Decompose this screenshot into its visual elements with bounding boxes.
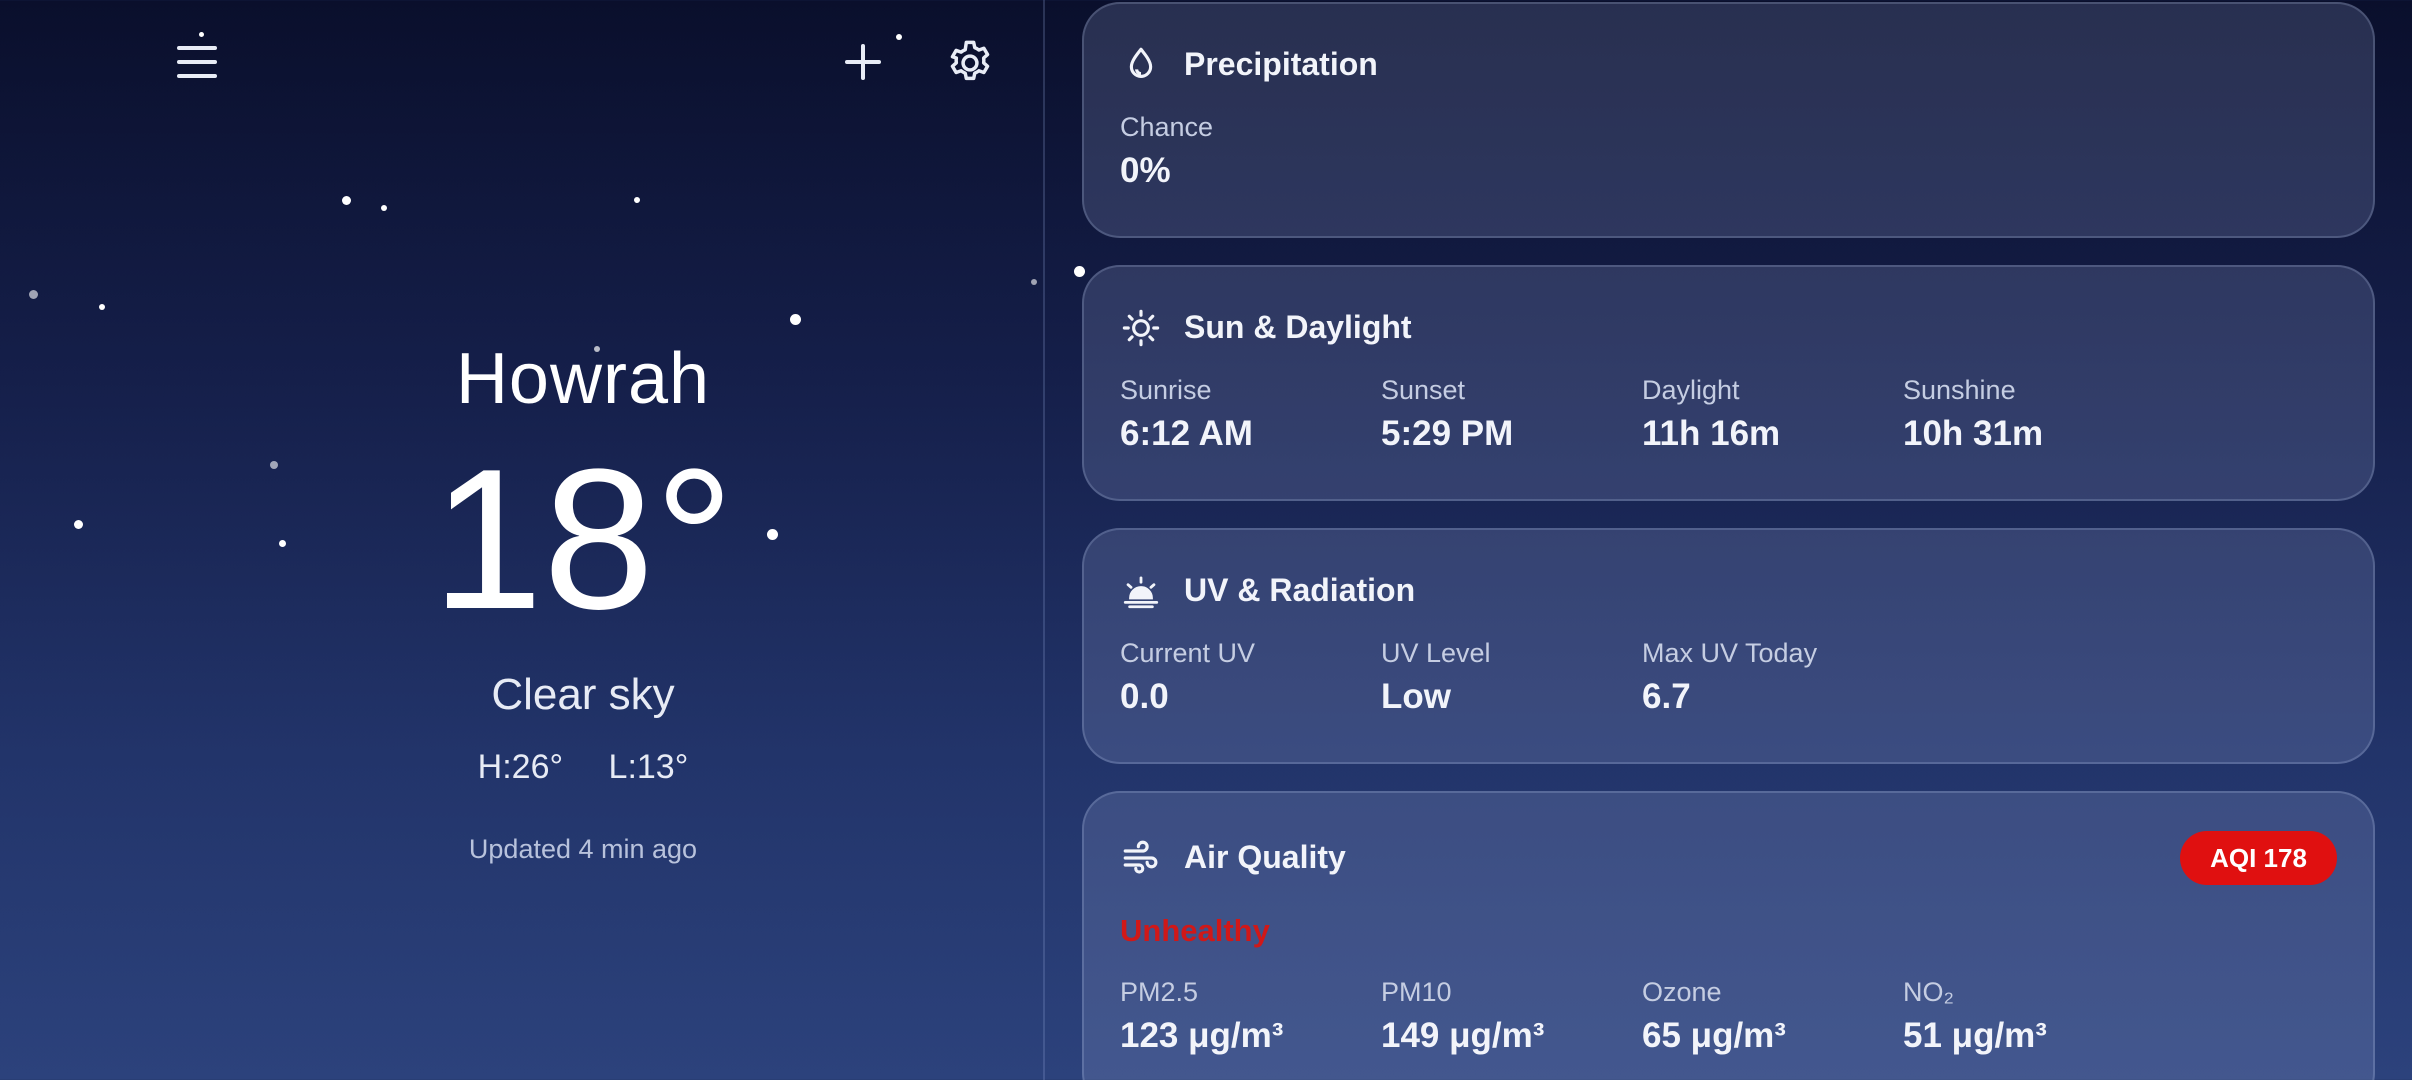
aqi-status: Unhealthy	[1120, 913, 1270, 948]
metric-max-uv: Max UV Today 6.7	[1642, 638, 1817, 717]
metric-value: 123 μg/m³	[1120, 1016, 1284, 1055]
metric-pm10: PM10 149 μg/m³	[1381, 977, 1544, 1056]
metric-value: 10h 31m	[1903, 414, 2044, 453]
metric-value: 149 μg/m³	[1381, 1016, 1545, 1055]
metric-value: 0.0	[1120, 677, 1169, 716]
last-updated: Updated 4 min ago	[468, 834, 698, 864]
low-temperature: L:13°	[608, 748, 689, 786]
metric-value: 6:12 AM	[1120, 414, 1253, 453]
sun-icon	[1120, 307, 1162, 349]
star	[99, 304, 105, 310]
metric-value: 5:29 PM	[1381, 414, 1514, 453]
metric-label: Ozone	[1642, 977, 1722, 1007]
metric-label: Sunshine	[1903, 375, 2016, 405]
add-icon[interactable]	[843, 42, 883, 82]
metric-current-uv: Current UV 0.0	[1120, 638, 1255, 717]
metric-label: NO₂	[1903, 977, 1954, 1007]
sunrise-icon	[1120, 570, 1162, 612]
star	[790, 314, 801, 325]
sun-daylight-card[interactable]: Sun & Daylight Sunrise 6:12 AM Sunset 5:…	[1082, 265, 2375, 501]
precipitation-card[interactable]: Precipitation Chance 0%	[1082, 2, 2375, 238]
high-low: H:26° L:13°	[0, 748, 1166, 787]
card-title: UV & Radiation	[1184, 572, 1416, 608]
metric-value: 6.7	[1642, 677, 1691, 716]
current-temperature: 18°	[431, 428, 735, 651]
star	[381, 205, 387, 211]
gear-icon[interactable]	[944, 37, 996, 89]
card-title: Precipitation	[1184, 46, 1378, 82]
metric-no2: NO₂ 51 μg/m³	[1903, 977, 2047, 1056]
metric-sunshine: Sunshine 10h 31m	[1903, 375, 2043, 454]
card-title: Air Quality	[1184, 839, 1346, 875]
metric-uv-level: UV Level Low	[1381, 638, 1491, 717]
metric-value: 0%	[1120, 151, 1171, 190]
metric-label: PM10	[1381, 977, 1452, 1007]
metric-label: Chance	[1120, 112, 1214, 142]
star	[634, 197, 640, 203]
star	[199, 32, 204, 37]
metric-sunrise: Sunrise 6:12 AM	[1120, 375, 1253, 454]
menu-icon[interactable]	[177, 42, 217, 82]
metric-daylight: Daylight 11h 16m	[1642, 375, 1780, 454]
droplet-icon	[1120, 44, 1162, 86]
city-name: Howrah	[455, 339, 711, 419]
star	[1074, 266, 1085, 277]
metric-label: PM2.5	[1120, 977, 1199, 1007]
metric-pm25: PM2.5 123 μg/m³	[1120, 977, 1283, 1056]
weather-condition: Clear sky	[491, 670, 675, 719]
metric-sunset: Sunset 5:29 PM	[1381, 375, 1513, 454]
metric-label: Current UV	[1120, 638, 1256, 668]
star	[896, 34, 902, 40]
metric-value: 11h 16m	[1642, 414, 1781, 453]
metric-value: 51 μg/m³	[1903, 1016, 2047, 1055]
wind-icon	[1120, 837, 1162, 879]
aqi-badge: AQI 178	[2180, 831, 2337, 885]
metric-ozone: Ozone 65 μg/m³	[1642, 977, 1786, 1056]
star	[29, 290, 38, 299]
high-temperature: H:26°	[477, 748, 564, 786]
metric-label: Max UV Today	[1642, 638, 1818, 668]
metric-label: Daylight	[1642, 375, 1740, 405]
metric-label: UV Level	[1381, 638, 1491, 668]
uv-radiation-card[interactable]: UV & Radiation Current UV 0.0 UV Level L…	[1082, 528, 2375, 764]
card-title: Sun & Daylight	[1184, 309, 1412, 345]
metric-label: Sunset	[1381, 375, 1466, 405]
air-quality-card[interactable]: Air Quality AQI 178 Unhealthy PM2.5 123 …	[1082, 791, 2375, 1080]
metric-label: Sunrise	[1120, 375, 1212, 405]
star	[1031, 279, 1037, 285]
star	[342, 196, 351, 205]
metric-chance: Chance 0%	[1120, 112, 1213, 191]
metric-value: 65 μg/m³	[1642, 1016, 1786, 1055]
metric-value: Low	[1381, 677, 1451, 716]
